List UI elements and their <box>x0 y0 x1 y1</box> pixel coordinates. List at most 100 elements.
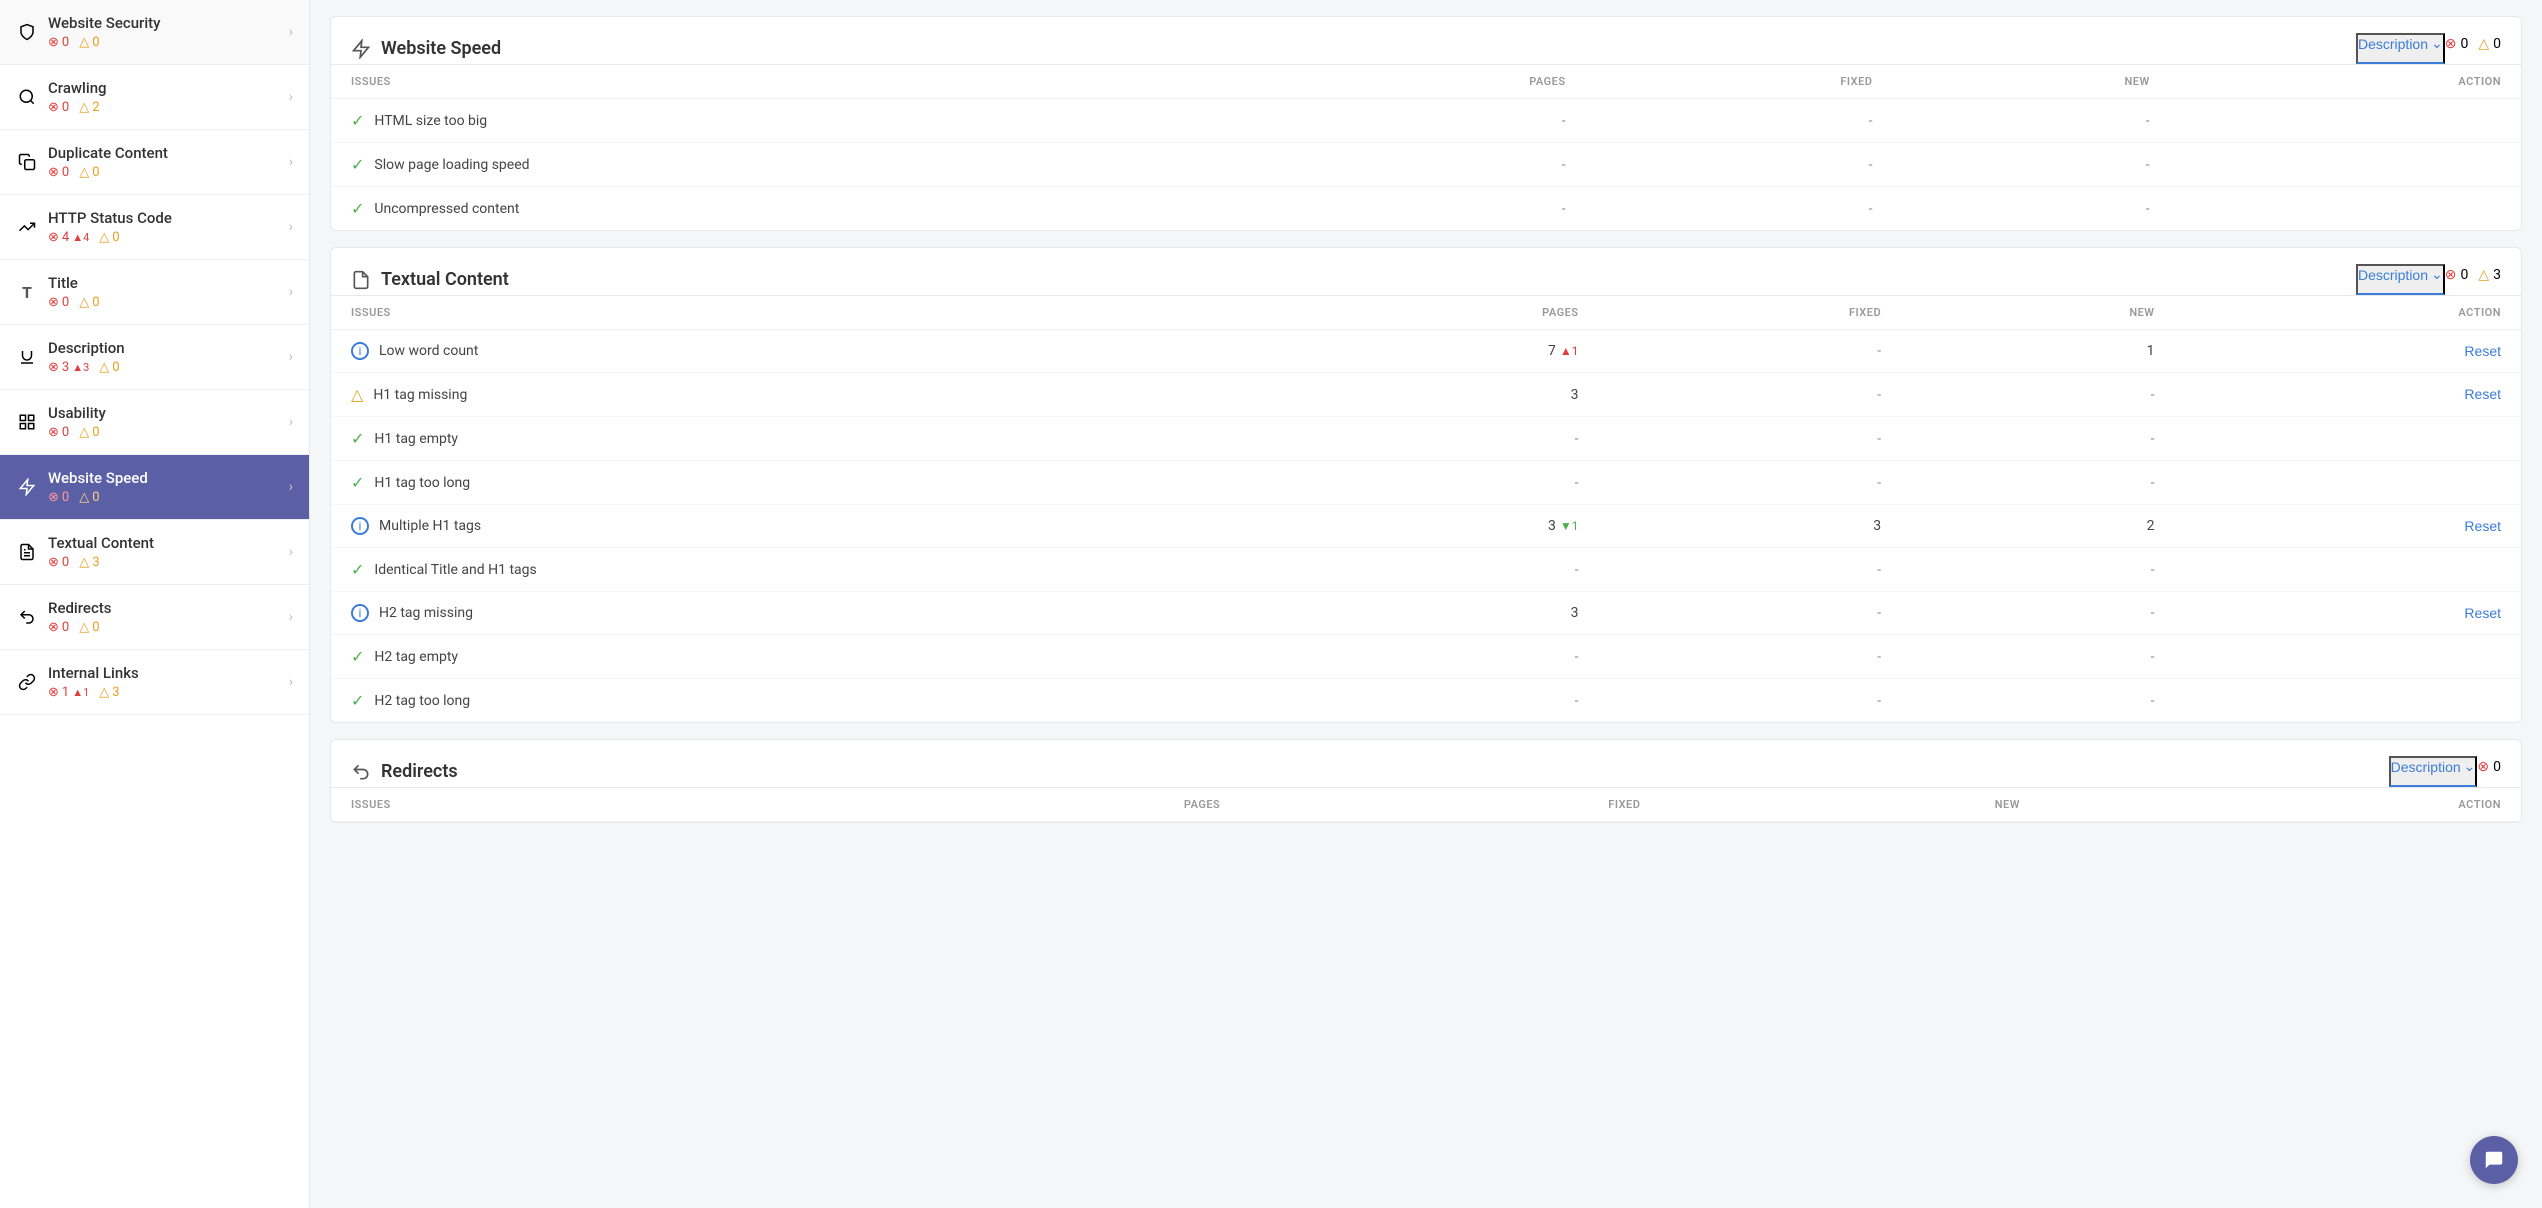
warn-badge: △ 0 <box>79 620 99 635</box>
sidebar-item-textual-content[interactable]: Textual Content ⊗ 0 △ 3 › <box>0 520 309 585</box>
error-badge: ⊗ 0 <box>48 35 69 50</box>
sidebar-item-http-status-code[interactable]: HTTP Status Code ⊗ 4 ▲4 △ 0 › <box>0 195 309 260</box>
redirects-section: Redirects Description ⌄ ⊗ 0 ISSUES PAGES… <box>330 739 2522 823</box>
error-circle-icon: ⊗ <box>48 165 59 180</box>
col-fixed-redir: FIXED <box>1240 788 1660 822</box>
sidebar-item-website-security[interactable]: Website Security ⊗ 0 △ 0 › <box>0 0 309 65</box>
col-issues-tc: ISSUES <box>331 296 1278 330</box>
chevron-right-icon: › <box>289 219 293 235</box>
col-action-redir: ACTION <box>2040 788 2521 822</box>
website-speed-title: Website Speed <box>381 38 2336 59</box>
chevron-right-icon: › <box>289 609 293 625</box>
warn-triangle-icon: △ <box>2478 36 2489 52</box>
warn-badge: △ 0 <box>99 230 119 245</box>
sidebar: Website Security ⊗ 0 △ 0 › Crawling ⊗ <box>0 0 310 1208</box>
warn-badge: △ 0 <box>79 425 99 440</box>
underline-icon <box>16 346 38 368</box>
reset-button[interactable]: Reset <box>2464 343 2501 359</box>
error-circle-icon: ⊗ <box>48 230 59 245</box>
warn-badge: △ 0 <box>99 360 119 375</box>
website-speed-description-btn[interactable]: Description ⌄ <box>2356 33 2445 64</box>
main-content: Website Speed Description ⌄ ⊗ 0 △ 0 ISSU… <box>310 0 2542 1208</box>
link-icon <box>16 671 38 693</box>
redirects-description-btn[interactable]: Description ⌄ <box>2389 756 2478 787</box>
textual-content-section: Textual Content Description ⌄ ⊗ 0 △ 3 IS… <box>330 247 2522 723</box>
check-circle-icon: ✓ <box>351 155 364 174</box>
sidebar-item-label: Internal Links <box>48 664 281 682</box>
table-row: iH2 tag missing 3 - - Reset <box>331 592 2521 635</box>
sidebar-item-redirects[interactable]: Redirects ⊗ 0 △ 0 › <box>0 585 309 650</box>
warn-badge: △ 3 <box>99 685 119 700</box>
redirect-icon <box>16 606 38 628</box>
warn-triangle-icon: △ <box>2478 267 2489 283</box>
sidebar-item-label: Description <box>48 339 281 357</box>
sidebar-item-label: Website Speed <box>48 469 281 487</box>
ws-error-badge: ⊗ 0 <box>2445 36 2469 52</box>
error-badge: ⊗ 4 ▲4 <box>48 230 89 245</box>
sidebar-item-website-speed[interactable]: Website Speed ⊗ 0 △ 0 › <box>0 455 309 520</box>
error-badge: ⊗ 0 <box>48 295 69 310</box>
sidebar-item-label: Usability <box>48 404 281 422</box>
sidebar-item-label: Textual Content <box>48 534 281 552</box>
chat-button[interactable] <box>2470 1136 2518 1184</box>
sidebar-item-label: Duplicate Content <box>48 144 281 162</box>
ws-warn-badge: △ 0 <box>2478 36 2501 52</box>
textual-content-description-btn[interactable]: Description ⌄ <box>2356 264 2445 295</box>
chevron-right-icon: › <box>289 154 293 170</box>
check-circle-icon: ✓ <box>351 429 364 448</box>
doc-icon <box>16 541 38 563</box>
textual-content-title: Textual Content <box>381 269 2336 290</box>
col-action-ws: ACTION <box>2170 65 2521 99</box>
error-circle-icon: ⊗ <box>48 490 59 505</box>
sidebar-item-description[interactable]: Description ⊗ 3 ▲3 △ 0 › <box>0 325 309 390</box>
reset-button[interactable]: Reset <box>2464 605 2501 621</box>
check-circle-icon: ✓ <box>351 560 364 579</box>
chevron-down-icon: ⌄ <box>2431 266 2443 283</box>
warn-triangle-icon: △ <box>79 490 89 505</box>
sidebar-item-crawling[interactable]: Crawling ⊗ 0 △ 2 › <box>0 65 309 130</box>
error-circle-icon: ⊗ <box>2477 759 2489 775</box>
error-circle-icon: ⊗ <box>48 620 59 635</box>
col-new-redir: NEW <box>1660 788 2040 822</box>
error-circle-icon: ⊗ <box>48 685 59 700</box>
chevron-right-icon: › <box>289 349 293 365</box>
error-badge: ⊗ 0 <box>48 555 69 570</box>
chevron-right-icon: › <box>289 414 293 430</box>
error-circle-icon: ⊗ <box>2445 36 2457 52</box>
table-row: △H1 tag missing 3 - - Reset <box>331 373 2521 417</box>
col-fixed-ws: FIXED <box>1586 65 1893 99</box>
grid-icon <box>16 411 38 433</box>
chevron-right-icon: › <box>289 89 293 105</box>
sidebar-item-usability[interactable]: Usability ⊗ 0 △ 0 › <box>0 390 309 455</box>
chevron-right-icon: › <box>289 674 293 690</box>
website-speed-header: Website Speed Description ⌄ ⊗ 0 △ 0 <box>331 17 2521 65</box>
col-new-ws: NEW <box>1892 65 2169 99</box>
error-badge: ⊗ 0 <box>48 620 69 635</box>
speed-icon <box>16 476 38 498</box>
title-icon: T <box>16 281 38 303</box>
warn-triangle-icon: △ <box>79 35 89 50</box>
col-pages-ws: PAGES <box>1261 65 1586 99</box>
sidebar-item-internal-links[interactable]: Internal Links ⊗ 1 ▲1 △ 3 › <box>0 650 309 715</box>
redir-error-badge: ⊗ 0 <box>2477 759 2501 775</box>
sidebar-item-title[interactable]: T Title ⊗ 0 △ 0 › <box>0 260 309 325</box>
col-new-tc: NEW <box>1901 296 2174 330</box>
warn-triangle-icon: △ <box>79 100 89 115</box>
col-fixed-tc: FIXED <box>1599 296 1902 330</box>
redirects-title: Redirects <box>381 761 2369 782</box>
warn-triangle-icon: △ <box>351 385 363 404</box>
check-circle-icon: ✓ <box>351 111 364 130</box>
reset-button[interactable]: Reset <box>2464 518 2501 534</box>
sidebar-item-duplicate-content[interactable]: Duplicate Content ⊗ 0 △ 0 › <box>0 130 309 195</box>
redirects-table: ISSUES PAGES FIXED NEW ACTION <box>331 788 2521 822</box>
tc-warn-badge: △ 3 <box>2478 267 2501 283</box>
sidebar-item-label: Crawling <box>48 79 281 97</box>
warn-triangle-icon: △ <box>79 555 89 570</box>
table-row: ✓Uncompressed content - - - <box>331 187 2521 231</box>
warn-triangle-icon: △ <box>99 360 109 375</box>
warn-badge: △ 2 <box>79 100 99 115</box>
reset-button[interactable]: Reset <box>2464 386 2501 402</box>
tc-error-badge: ⊗ 0 <box>2445 267 2469 283</box>
error-circle-icon: ⊗ <box>48 555 59 570</box>
file-icon <box>16 151 38 173</box>
